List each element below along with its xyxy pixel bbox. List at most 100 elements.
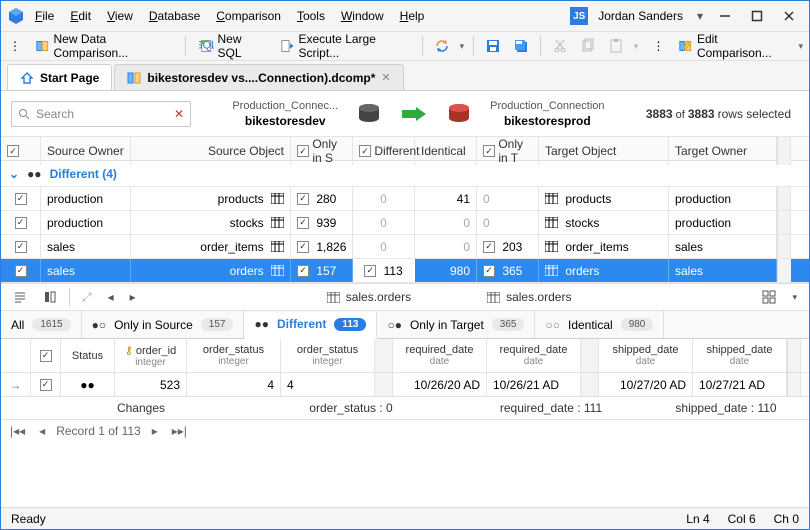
tab-document[interactable]: bikestoresdev vs....Connection).dcomp* ✕: [114, 64, 403, 90]
maximize-button[interactable]: [743, 5, 771, 27]
status-ch: Ch 0: [774, 512, 799, 526]
menu-comparison[interactable]: Comparison: [210, 7, 287, 25]
selection-info: 3883 of 3883 rows selected: [646, 107, 799, 121]
cell-only-t: 203: [477, 235, 539, 258]
filter-only-target[interactable]: ○●Only in Target365: [377, 311, 535, 338]
cell-target-owner: production: [669, 187, 777, 210]
clear-search-icon[interactable]: ✕: [174, 107, 184, 121]
prev-diff-icon[interactable]: ◂: [104, 288, 118, 306]
save-icon[interactable]: [481, 35, 505, 57]
toolbar-handle-icon: ⋮: [5, 36, 25, 56]
menu-database[interactable]: Database: [143, 7, 206, 25]
cell-only-t: 0: [477, 211, 539, 234]
row-checkbox[interactable]: [15, 217, 27, 229]
card-view-dropdown-icon[interactable]: ▾: [788, 290, 801, 305]
user-dropdown-icon[interactable]: ▾: [693, 9, 707, 23]
expand-all-icon[interactable]: ⤢: [78, 288, 96, 307]
col-order-status-s[interactable]: order_statusinteger: [187, 339, 281, 372]
table-row[interactable]: salesorders 157 113980 365 orderssales: [1, 259, 809, 283]
cell-diff: 0: [353, 235, 415, 258]
col-required-date-t[interactable]: required_datedate: [487, 339, 581, 372]
next-record-icon[interactable]: ▸: [149, 424, 161, 438]
copy-icon[interactable]: [576, 35, 600, 57]
filter-all[interactable]: All1615: [1, 311, 82, 338]
cell-target-object: order_items: [539, 235, 669, 258]
table-row[interactable]: salesorder_items 1,82600 203 order_items…: [1, 235, 809, 259]
cell-order-id: 523: [115, 373, 187, 396]
sync-icon[interactable]: [430, 35, 454, 57]
record-position: Record 1 of 113: [56, 424, 141, 438]
row-only-t-chk[interactable]: [483, 265, 495, 277]
paste-dropdown-icon[interactable]: ▾: [632, 41, 641, 52]
filter-different[interactable]: ●●Different113: [244, 312, 377, 339]
new-data-comparison-button[interactable]: New Data Comparison...: [29, 29, 178, 63]
text-view-icon[interactable]: [9, 288, 31, 306]
new-data-comparison-label: New Data Comparison...: [54, 32, 173, 60]
next-diff-icon[interactable]: ▸: [126, 288, 140, 306]
menu-edit[interactable]: Edit: [64, 7, 97, 25]
row-diff-chk[interactable]: [364, 265, 376, 277]
menu-window[interactable]: Window: [335, 7, 390, 25]
row-checkbox[interactable]: [15, 241, 27, 253]
col-only-in-s-chk[interactable]: [297, 145, 309, 157]
first-record-icon[interactable]: |◂◂: [7, 424, 28, 438]
menu-file[interactable]: File: [29, 7, 60, 25]
col-shipped-date-s[interactable]: shipped_datedate: [599, 339, 693, 372]
detail-row[interactable]: → ●● 523 4 4 10/26/20 AD 10/26/21 AD 10/…: [1, 373, 809, 397]
row-only-s-chk[interactable]: [297, 265, 309, 277]
col-different-chk[interactable]: [359, 145, 371, 157]
row-only-s-chk[interactable]: [297, 193, 309, 205]
cell-only-s: 280: [291, 187, 353, 210]
filter-identical[interactable]: ○○Identical980: [535, 311, 664, 338]
row-only-s-chk[interactable]: [297, 217, 309, 229]
col-required-date-s[interactable]: required_datedate: [393, 339, 487, 372]
row-only-s-chk[interactable]: [297, 241, 309, 253]
cell-ident: 980: [415, 259, 477, 282]
compare-icon: [127, 71, 141, 85]
prev-record-icon[interactable]: ◂: [36, 424, 48, 438]
toolbar-overflow-icon[interactable]: ▾: [796, 41, 805, 52]
edit-comparison-button[interactable]: Edit Comparison...: [672, 29, 792, 63]
sync-dropdown-icon[interactable]: ▾: [458, 41, 467, 52]
table-row[interactable]: productionproducts 2800410 productsprodu…: [1, 187, 809, 211]
tab-close-icon[interactable]: ✕: [381, 71, 390, 84]
card-view-icon[interactable]: [758, 288, 780, 306]
col-status[interactable]: Status: [72, 350, 103, 362]
filter-only-source[interactable]: ●○Only in Source157: [82, 311, 245, 338]
status-line: Ln 4: [686, 512, 709, 526]
target-db-icon: [446, 103, 472, 125]
table-row[interactable]: productionstocks 939000 stocksproduction: [1, 211, 809, 235]
save-all-icon[interactable]: [509, 35, 533, 57]
cut-icon[interactable]: [548, 35, 572, 57]
detail-select-all[interactable]: [40, 350, 52, 362]
col-order-id[interactable]: order_idinteger: [115, 339, 187, 372]
paste-icon[interactable]: [604, 35, 628, 57]
expand-icon[interactable]: ⌄: [9, 167, 19, 181]
search-input[interactable]: Search ✕: [11, 101, 191, 127]
column-view-icon[interactable]: [39, 288, 61, 306]
user-name[interactable]: Jordan Sanders: [592, 9, 689, 23]
new-sql-button[interactable]: SQL New SQL: [193, 29, 270, 63]
group-different[interactable]: ⌄ ●● Different (4): [1, 161, 809, 187]
cell-ident: 0: [415, 211, 477, 234]
close-button[interactable]: [775, 5, 803, 27]
cell-order-status-t: 4: [281, 373, 375, 396]
menu-tools[interactable]: Tools: [291, 7, 331, 25]
menu-help[interactable]: Help: [394, 7, 431, 25]
source-db-icon: [356, 103, 382, 125]
menu-view[interactable]: View: [101, 7, 139, 25]
minimize-button[interactable]: [711, 5, 739, 27]
row-checkbox[interactable]: [15, 193, 27, 205]
col-shipped-date-t[interactable]: shipped_datedate: [693, 339, 787, 372]
execute-large-script-button[interactable]: Execute Large Script...: [274, 29, 415, 63]
detail-row-checkbox[interactable]: [40, 379, 52, 391]
cell-only-s: 157: [291, 259, 353, 282]
cell-only-t: 365: [477, 259, 539, 282]
col-order-status-t[interactable]: order_statusinteger: [281, 339, 375, 372]
last-record-icon[interactable]: ▸▸|: [169, 424, 190, 438]
select-all-checkbox[interactable]: [7, 145, 19, 157]
col-only-in-t-chk[interactable]: [483, 145, 495, 157]
tab-start-page[interactable]: Start Page: [7, 64, 112, 90]
row-only-t-chk[interactable]: [483, 241, 495, 253]
row-checkbox[interactable]: [15, 265, 27, 277]
